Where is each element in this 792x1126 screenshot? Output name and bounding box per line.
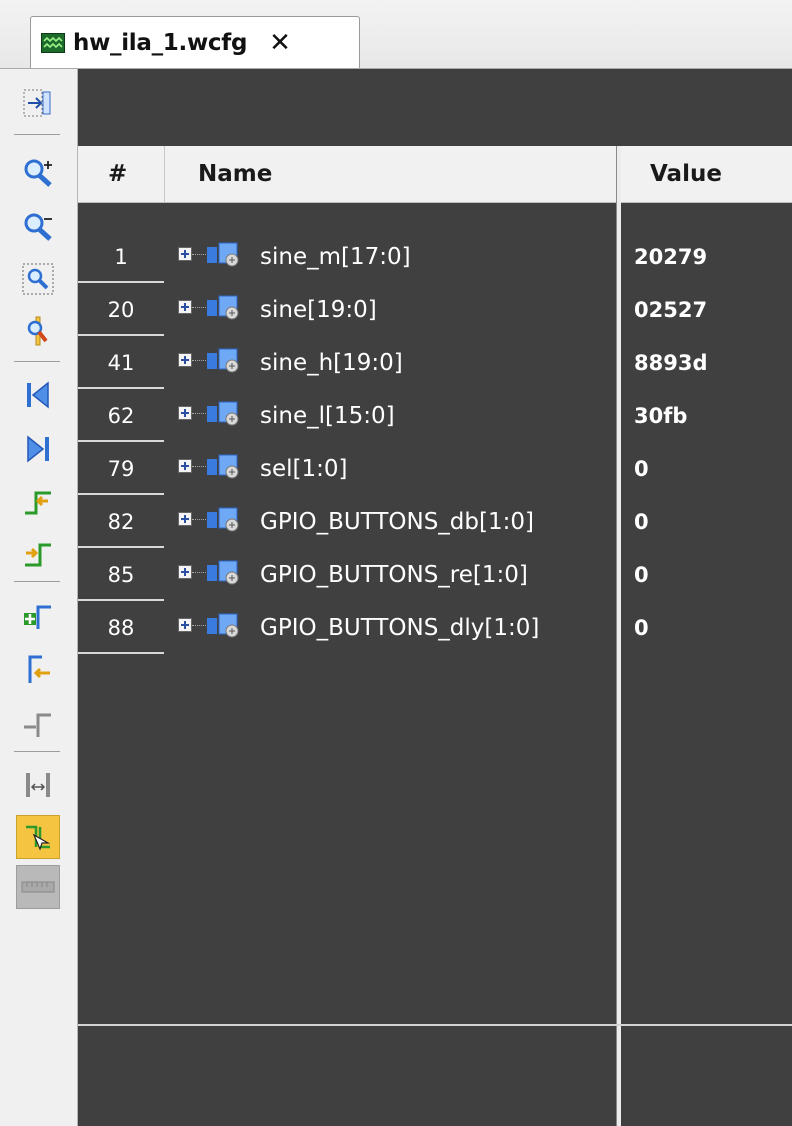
zoom-area-icon[interactable] <box>16 257 60 301</box>
signal-value: 0 <box>634 509 649 534</box>
editor-tab-strip: hw_ila_1.wcfg ✕ <box>0 0 792 69</box>
signal-row[interactable]: 88 GPIO_BUTTONS_dly[1:0] 0 <box>78 601 792 654</box>
signal-name: sel[1:0] <box>260 455 348 482</box>
signal-value: 20279 <box>634 244 708 269</box>
signal-index: 82 <box>78 495 164 548</box>
next-transition-icon[interactable] <box>16 531 60 575</box>
expand-icon[interactable] <box>178 459 192 473</box>
bus-signal-icon <box>205 347 245 379</box>
tab-hw-ila-1-wcfg[interactable]: hw_ila_1.wcfg ✕ <box>30 16 360 68</box>
next-marker-icon <box>16 701 60 745</box>
tree-connector <box>192 519 206 520</box>
expand-icon[interactable] <box>178 353 192 367</box>
go-to-last-time-icon[interactable] <box>16 427 60 471</box>
signal-value: 02527 <box>634 297 708 322</box>
close-icon[interactable]: ✕ <box>269 30 291 56</box>
signal-index: 88 <box>78 601 164 654</box>
bus-signal-icon <box>205 294 245 326</box>
bus-signal-icon <box>205 506 245 538</box>
tree-connector <box>192 254 206 255</box>
signal-row[interactable]: 1 sine_m[17:0] 20279 <box>78 230 792 283</box>
signal-index: 62 <box>78 389 164 442</box>
signal-row[interactable]: 85 GPIO_BUTTONS_re[1:0] 0 <box>78 548 792 601</box>
column-header-name[interactable]: Name <box>198 146 272 202</box>
tree-connector <box>192 307 206 308</box>
signal-value: 8893d <box>634 350 708 375</box>
bus-signal-icon <box>205 559 245 591</box>
signal-name: sine_m[17:0] <box>260 243 411 270</box>
add-marker-icon[interactable] <box>16 593 60 637</box>
go-to-cursor-icon[interactable] <box>16 309 60 353</box>
column-header-value[interactable]: Value <box>650 146 722 202</box>
signal-index: 1 <box>78 230 164 283</box>
signal-index: 79 <box>78 442 164 495</box>
expand-icon[interactable] <box>178 300 192 314</box>
signal-row[interactable]: 82 GPIO_BUTTONS_db[1:0] 0 <box>78 495 792 548</box>
waveform-objects-panel: # Name Value 1 sine_m[17:0] 20279 20 sin… <box>78 69 792 1126</box>
expand-icon[interactable] <box>178 247 192 261</box>
go-to-time-0-icon[interactable] <box>16 373 60 417</box>
bus-signal-icon <box>205 241 245 273</box>
panel-bottom-divider <box>78 1024 792 1026</box>
tree-connector <box>192 625 206 626</box>
expand-icon[interactable] <box>178 512 192 526</box>
signal-index: 85 <box>78 548 164 601</box>
signal-row[interactable]: 79 sel[1:0] 0 <box>78 442 792 495</box>
expand-icon[interactable] <box>178 406 192 420</box>
signal-index: 41 <box>78 336 164 389</box>
tab-title: hw_ila_1.wcfg <box>73 29 248 56</box>
tree-connector <box>192 413 206 414</box>
signal-row[interactable]: 62 sine_l[15:0] 30fb <box>78 389 792 442</box>
signal-row[interactable]: 41 sine_h[19:0] 8893d <box>78 336 792 389</box>
bus-signal-icon <box>205 400 245 432</box>
waveform-icon <box>41 32 65 53</box>
expand-icon[interactable] <box>178 618 192 632</box>
zoom-out-icon[interactable] <box>16 205 60 249</box>
bus-signal-icon <box>205 612 245 644</box>
signal-value: 30fb <box>634 403 688 428</box>
tree-connector <box>192 466 206 467</box>
bus-signal-icon <box>205 453 245 485</box>
signal-name: sine[19:0] <box>260 296 377 323</box>
tree-connector <box>192 360 206 361</box>
zoom-in-icon[interactable] <box>16 151 60 195</box>
signal-name: sine_h[19:0] <box>260 349 403 376</box>
signal-name: sine_l[15:0] <box>260 402 395 429</box>
waveform-toolbar <box>0 69 78 1126</box>
signal-index: 20 <box>78 283 164 336</box>
signal-value: 0 <box>634 562 649 587</box>
signal-name: GPIO_BUTTONS_re[1:0] <box>260 561 528 588</box>
column-header-number[interactable]: # <box>108 146 127 202</box>
swap-cursors-icon[interactable] <box>16 763 60 807</box>
signal-value: 0 <box>634 456 649 481</box>
signal-value: 0 <box>634 615 649 640</box>
snap-to-transition-icon[interactable] <box>16 815 60 859</box>
signal-row[interactable]: 20 sine[19:0] 02527 <box>78 283 792 336</box>
signal-name: GPIO_BUTTONS_db[1:0] <box>260 508 534 535</box>
expand-icon[interactable] <box>178 565 192 579</box>
signal-name: GPIO_BUTTONS_dly[1:0] <box>260 614 540 641</box>
column-header-row: # Name Value <box>78 146 792 203</box>
floating-ruler-icon <box>16 865 60 909</box>
zoom-fit-icon[interactable] <box>16 81 60 125</box>
previous-marker-icon[interactable] <box>16 647 60 691</box>
tree-connector <box>192 572 206 573</box>
previous-transition-icon[interactable] <box>16 479 60 523</box>
